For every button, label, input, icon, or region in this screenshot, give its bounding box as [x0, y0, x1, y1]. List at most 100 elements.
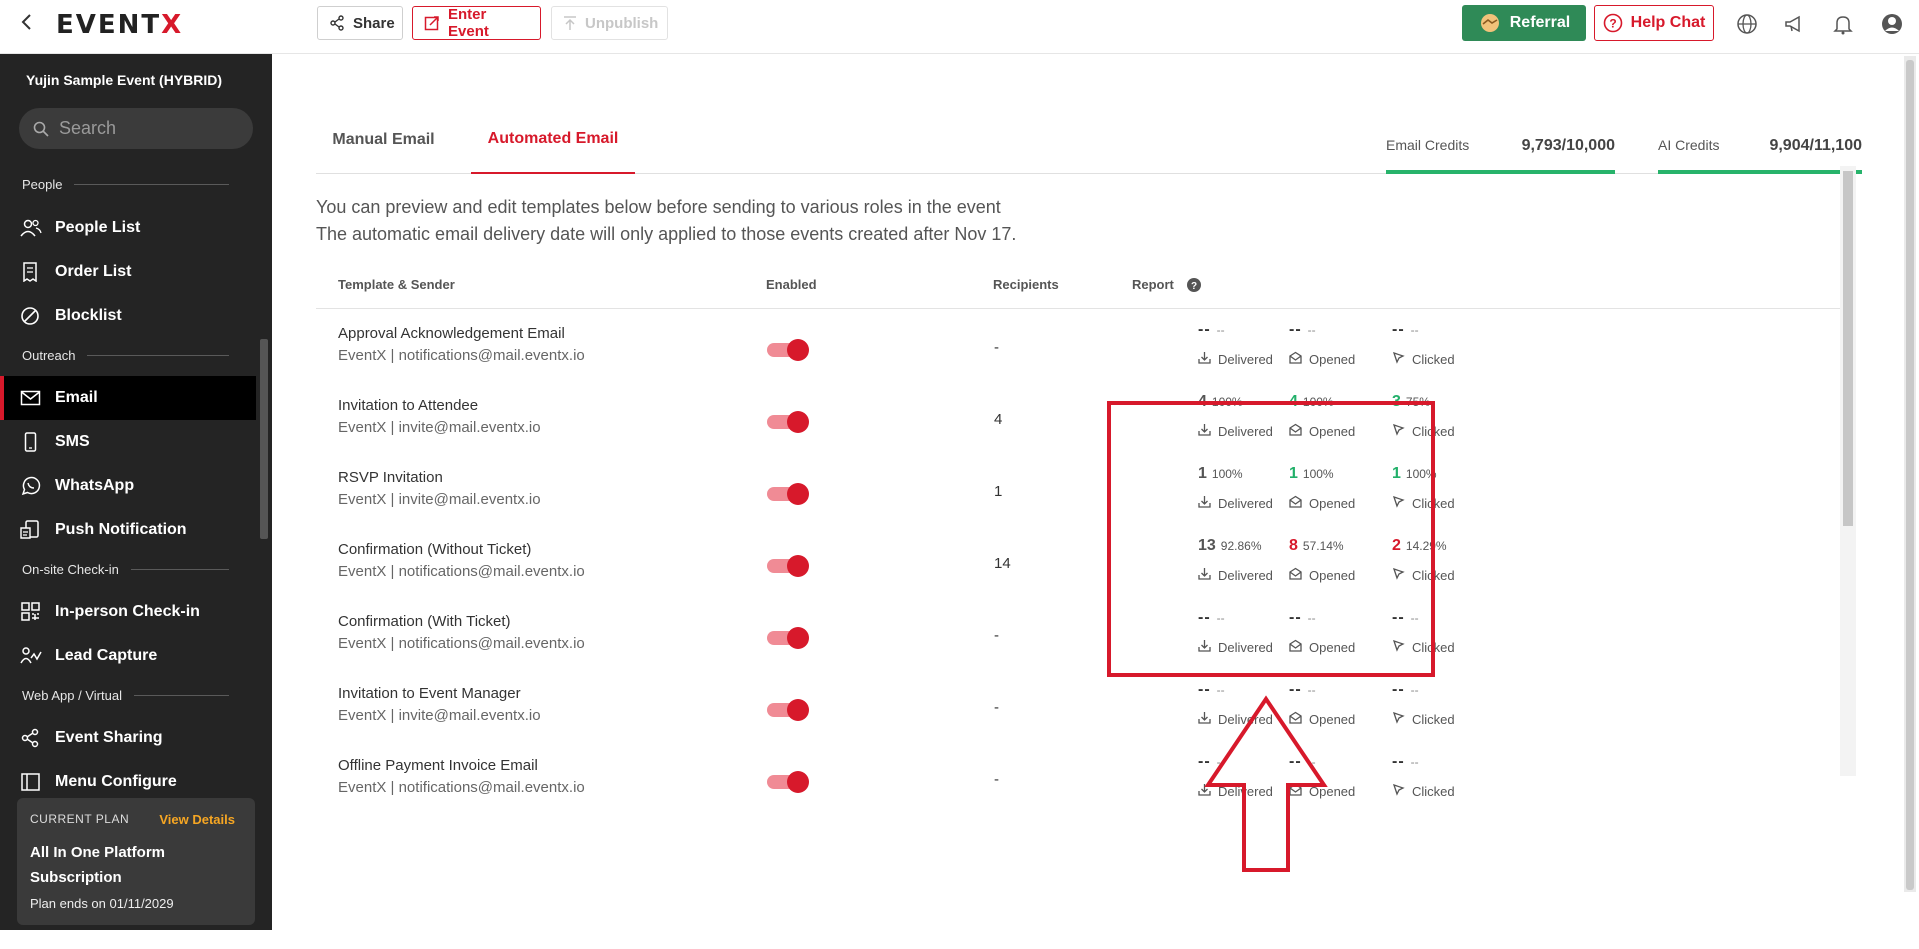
- user-avatar-icon[interactable]: [1880, 12, 1904, 36]
- email-tabs: Manual Email Automated Email: [316, 106, 1853, 174]
- receipt-icon: [23, 262, 37, 282]
- enter-event-button[interactable]: Enter Event: [412, 6, 541, 40]
- email-credits-label: Email Credits: [1386, 137, 1470, 153]
- opened-percent: 100%: [1302, 467, 1334, 481]
- template-sender: EventX | notifications@mail.eventx.io: [338, 347, 585, 364]
- table-row[interactable]: Offline Payment Invoice Email EventX | no…: [316, 741, 1846, 829]
- template-name[interactable]: Offline Payment Invoice Email: [338, 757, 538, 774]
- sidebar-item-whatsapp[interactable]: WhatsApp: [0, 464, 256, 508]
- delivered-label: Delivered: [1198, 495, 1273, 511]
- template-name[interactable]: Confirmation (With Ticket): [338, 613, 511, 630]
- clicked-label: Clicked: [1392, 351, 1455, 367]
- sidebar-item-order-list[interactable]: Order List: [0, 250, 256, 294]
- opened-label: Opened: [1289, 351, 1355, 367]
- opened-percent-empty: --: [1307, 323, 1316, 337]
- template-name[interactable]: RSVP Invitation: [338, 469, 443, 486]
- table-header: Template & Sender Enabled Recipients Rep…: [316, 269, 1846, 309]
- sidebar-item-people-list[interactable]: People List: [0, 206, 256, 250]
- opened-count: 4: [1289, 393, 1298, 410]
- report-opened: -- -- Opened: [1289, 681, 1399, 741]
- delivered-percent: 100%: [1211, 395, 1243, 409]
- envelope-open-icon: [1289, 711, 1302, 727]
- template-name[interactable]: Approval Acknowledgement Email: [338, 325, 565, 342]
- recipients-count: -: [994, 339, 999, 356]
- recipients-count: 1: [994, 483, 1003, 500]
- opened-label: Opened: [1289, 711, 1355, 727]
- bell-icon[interactable]: [1831, 12, 1855, 36]
- clicked-percent-empty: --: [1410, 683, 1419, 697]
- table-scrollbar-thumb[interactable]: [1843, 171, 1853, 526]
- delivered-label: Delivered: [1198, 423, 1273, 439]
- sidebar-item-email[interactable]: Email: [0, 376, 256, 420]
- delivered-count: 1: [1198, 465, 1207, 482]
- report-opened: 4 100% Opened: [1289, 393, 1399, 453]
- tab-manual-email[interactable]: Manual Email: [316, 106, 451, 174]
- referral-button[interactable]: Referral: [1462, 5, 1586, 41]
- report-clicked: 2 14.29% Clicked: [1392, 537, 1502, 597]
- enabled-toggle[interactable]: [767, 699, 809, 721]
- enabled-toggle[interactable]: [767, 627, 809, 649]
- clicked-count: 3: [1392, 393, 1401, 410]
- template-name[interactable]: Invitation to Event Manager: [338, 685, 521, 702]
- plan-name: All In One Platform Subscription: [30, 844, 166, 886]
- opened-count: 1: [1289, 465, 1298, 482]
- help-question-icon[interactable]: ?: [1187, 278, 1201, 292]
- template-name[interactable]: Invitation to Attendee: [338, 397, 478, 414]
- view-details-link[interactable]: View Details: [159, 812, 235, 827]
- clicked-label: Clicked: [1392, 423, 1455, 439]
- sidebar-item-push-notification[interactable]: Push Notification: [0, 508, 256, 552]
- share-label: Share: [353, 14, 395, 32]
- sidebar-item-sms[interactable]: SMS: [0, 420, 256, 464]
- report-clicked: 1 100% Clicked: [1392, 465, 1502, 525]
- cursor-pointer-icon: [1392, 783, 1405, 799]
- report-clicked: 3 75% Clicked: [1392, 393, 1502, 453]
- unpublish-button[interactable]: Unpublish: [551, 6, 668, 40]
- envelope-open-icon: [1289, 495, 1302, 511]
- recipients-count: -: [994, 699, 999, 716]
- megaphone-icon[interactable]: [1783, 12, 1807, 36]
- delivered-count-empty: --: [1198, 681, 1211, 698]
- share-button[interactable]: Share: [317, 6, 403, 40]
- tab-automated-email[interactable]: Automated Email: [471, 106, 635, 174]
- clicked-count-empty: --: [1392, 753, 1405, 770]
- sidebar-item-blocklist[interactable]: Blocklist: [0, 294, 256, 338]
- report-clicked: -- -- Clicked: [1392, 681, 1502, 741]
- template-name[interactable]: Confirmation (Without Ticket): [338, 541, 531, 558]
- sidebar-item-event-sharing[interactable]: Event Sharing: [0, 716, 256, 760]
- sidebar: Yujin Sample Event (HYBRID) People Peopl…: [0, 54, 272, 930]
- download-tray-icon: [1198, 711, 1211, 727]
- menu-layout-icon: [21, 773, 40, 791]
- top-bar: EVENTX Share Enter Event Unpublish Refer…: [0, 0, 1919, 54]
- svg-text:?: ?: [1609, 17, 1616, 31]
- search-box[interactable]: [19, 108, 253, 149]
- search-icon: [33, 121, 49, 137]
- unpublish-label: Unpublish: [585, 14, 659, 32]
- intro-text-line2: The automatic email delivery date will o…: [316, 224, 1017, 244]
- enabled-toggle[interactable]: [767, 483, 809, 505]
- delivered-percent: 92.86%: [1220, 539, 1262, 553]
- search-input[interactable]: [59, 118, 229, 139]
- delivered-percent-empty: --: [1216, 755, 1225, 769]
- sidebar-item-inperson-checkin[interactable]: In-person Check-in: [0, 590, 256, 634]
- report-clicked: -- -- Clicked: [1392, 321, 1502, 381]
- ai-credits: AI Credits 9,904/11,100: [1658, 137, 1862, 174]
- help-chat-button[interactable]: ? Help Chat: [1594, 5, 1714, 41]
- automated-email-table: Template & Sender Enabled Recipients Rep…: [316, 269, 1846, 949]
- sidebar-scrollbar[interactable]: [260, 339, 268, 539]
- back-chevron-icon[interactable]: [20, 12, 40, 34]
- sidebar-item-lead-capture[interactable]: Lead Capture: [0, 634, 256, 678]
- cursor-pointer-icon: [1392, 495, 1405, 511]
- page-scrollbar-thumb[interactable]: [1906, 60, 1914, 890]
- enabled-toggle[interactable]: [767, 555, 809, 577]
- opened-count-empty: --: [1289, 681, 1302, 698]
- opened-percent-empty: --: [1307, 683, 1316, 697]
- share-network-icon: [21, 728, 39, 748]
- enabled-toggle[interactable]: [767, 411, 809, 433]
- recipients-count: -: [994, 771, 999, 788]
- email-credits-value: 9,793/10,000: [1521, 137, 1615, 154]
- eventx-logo[interactable]: EVENTX: [56, 10, 183, 40]
- enabled-toggle[interactable]: [767, 771, 809, 793]
- globe-icon[interactable]: [1735, 12, 1759, 36]
- header-recipients: Recipients: [993, 277, 1059, 292]
- enabled-toggle[interactable]: [767, 339, 809, 361]
